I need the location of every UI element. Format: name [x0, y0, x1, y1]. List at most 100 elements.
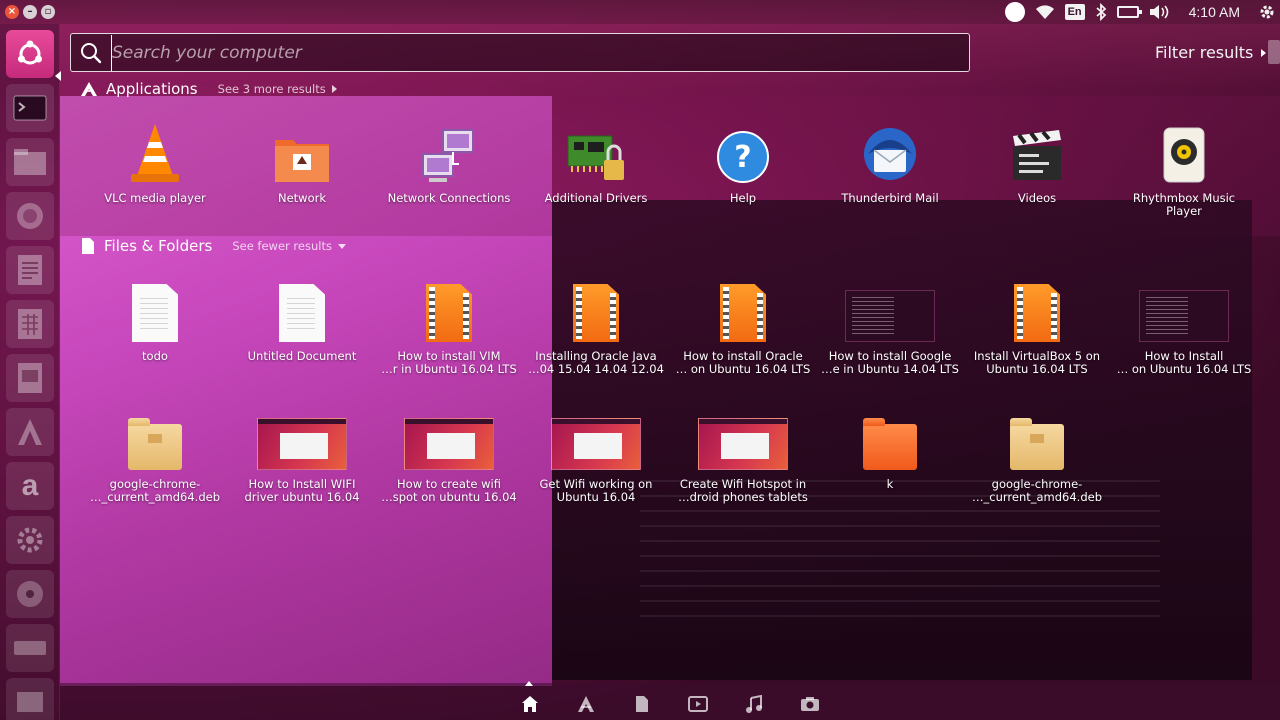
drive-icon[interactable]	[6, 624, 54, 672]
app-label: Rhythmbox Music Player	[1132, 191, 1236, 218]
app-label: Network	[277, 191, 327, 205]
file-label: How to install VIM …r in Ubuntu 16.04 LT…	[381, 349, 517, 376]
file-label: Install VirtualBox 5 on Ubuntu 16.04 LTS	[973, 349, 1101, 376]
app-label: Additional Drivers	[544, 191, 648, 205]
search-icon	[71, 34, 111, 72]
search-bar[interactable]	[70, 33, 970, 72]
file-label: Untitled Document	[247, 349, 357, 363]
file-label: How to install Google …e in Ubuntu 14.04…	[821, 349, 959, 376]
see-more-results-label: See 3 more results	[217, 82, 326, 96]
gear-icon[interactable]	[1258, 3, 1276, 21]
file-tile[interactable]: Untitled Document	[232, 272, 372, 363]
file-tile[interactable]: Installing Oracle Java …04 15.04 14.04 1…	[526, 272, 666, 376]
minimize-icon[interactable]: –	[23, 5, 37, 19]
file-label: Get Wifi working on Ubuntu 16.04	[539, 477, 653, 504]
chevron-right-icon	[331, 85, 337, 93]
files-lens-icon[interactable]	[630, 692, 654, 716]
volume-icon[interactable]	[1149, 4, 1171, 20]
top-panel: × – ▫ En 4:10 AM	[0, 0, 1280, 24]
file-label: todo	[142, 349, 168, 363]
system-settings-icon[interactable]	[6, 516, 54, 564]
file-label: Installing Oracle Java …04 15.04 14.04 1…	[528, 349, 664, 376]
writer-icon[interactable]	[6, 246, 54, 294]
files-app-icon[interactable]	[6, 138, 54, 186]
app-label: Videos	[1017, 191, 1057, 205]
see-fewer-results-link[interactable]: See fewer results	[232, 239, 346, 253]
app-tile-rhythmbox[interactable]: Rhythmbox Music Player	[1114, 114, 1254, 218]
chevron-right-icon	[1261, 48, 1267, 57]
recording-indicator-icon[interactable]	[1004, 2, 1025, 22]
app-label: Thunderbird Mail	[841, 191, 939, 205]
thunderbird-icon	[840, 114, 940, 184]
file-tile[interactable]: k	[820, 400, 960, 491]
app-tile-additional-drivers[interactable]: Additional Drivers	[526, 114, 666, 205]
applications-title: Applications	[106, 80, 198, 98]
file-tile[interactable]: How to Install WIFI driver ubuntu 16.04	[232, 400, 372, 504]
bluetooth-icon[interactable]	[1095, 3, 1107, 21]
software-center-icon[interactable]	[6, 408, 54, 456]
file-tile[interactable]: How to install Oracle … on Ubuntu 16.04 …	[673, 272, 813, 376]
filter-results-button[interactable]: Filter results	[1155, 43, 1267, 62]
app-tile-network[interactable]: Network	[232, 114, 372, 205]
file-label: google-chrome- …_current_amd64.deb	[90, 477, 220, 504]
see-more-results-link[interactable]: See 3 more results	[218, 82, 337, 96]
file-label: google-chrome- …_current_amd64.deb	[972, 477, 1102, 504]
dash-home-icon[interactable]	[6, 30, 54, 78]
terminal-icon[interactable]	[6, 84, 54, 132]
window-controls: × – ▫	[0, 5, 55, 19]
filter-results-label: Filter results	[1155, 43, 1254, 62]
vlc-icon	[105, 114, 205, 184]
amazon-icon[interactable]: a	[6, 462, 54, 510]
firefox-icon[interactable]	[6, 192, 54, 240]
rhythmbox-icon	[1134, 114, 1234, 184]
launcher: a	[0, 24, 61, 720]
applications-category-icon	[81, 82, 97, 96]
terminal-screenshot-icon	[1134, 272, 1234, 342]
impress-icon[interactable]	[6, 354, 54, 402]
search-input[interactable]	[111, 34, 969, 71]
scrollbar[interactable]	[1268, 40, 1280, 64]
file-tile[interactable]: How to Install … on Ubuntu 16.04 LTS	[1114, 272, 1254, 376]
applications-lens-icon[interactable]	[574, 692, 598, 716]
app-tile-help[interactable]: ? Help	[673, 114, 813, 205]
trash-icon[interactable]	[6, 678, 54, 720]
file-tile[interactable]: How to create wifi …spot on ubuntu 16.04	[379, 400, 519, 504]
see-fewer-results-label: See fewer results	[232, 239, 332, 253]
clock[interactable]: 4:10 AM	[1189, 4, 1240, 20]
app-tile-vlc[interactable]: VLC media player	[85, 114, 225, 205]
indicator-area: En 4:10 AM	[1004, 0, 1280, 24]
music-lens-icon[interactable]	[742, 692, 766, 716]
app-tile-thunderbird[interactable]: Thunderbird Mail	[820, 114, 960, 205]
chevron-down-icon	[337, 243, 346, 249]
video-lens-icon[interactable]	[686, 692, 710, 716]
file-label: k	[886, 477, 894, 491]
battery-icon[interactable]	[1116, 6, 1142, 18]
file-tile[interactable]: How to install VIM …r in Ubuntu 16.04 LT…	[379, 272, 519, 376]
ubuntu-screenshot-icon	[252, 400, 352, 470]
lens-bar	[60, 683, 1280, 720]
file-tile[interactable]: Create Wifi Hotspot in …droid phones tab…	[673, 400, 813, 504]
additional-drivers-icon	[546, 114, 646, 184]
file-tile[interactable]: How to install Google …e in Ubuntu 14.04…	[820, 272, 960, 376]
calc-icon[interactable]	[6, 300, 54, 348]
close-icon[interactable]: ×	[5, 5, 19, 19]
file-tile[interactable]: google-chrome- …_current_amd64.deb	[85, 400, 225, 504]
video-file-icon	[399, 272, 499, 342]
photo-lens-icon[interactable]	[798, 692, 822, 716]
home-lens-icon[interactable]	[518, 692, 542, 716]
disc-icon[interactable]	[6, 570, 54, 618]
video-file-icon	[693, 272, 793, 342]
file-tile[interactable]: Get Wifi working on Ubuntu 16.04	[526, 400, 666, 504]
file-tile[interactable]: google-chrome- …_current_amd64.deb	[967, 400, 1107, 504]
app-label: Help	[729, 191, 757, 205]
app-label: Network Connections	[387, 191, 511, 205]
file-tile[interactable]: todo	[85, 272, 225, 363]
ubuntu-screenshot-icon	[546, 400, 646, 470]
app-tile-network-connections[interactable]: Network Connections	[379, 114, 519, 205]
file-tile[interactable]: Install VirtualBox 5 on Ubuntu 16.04 LTS	[967, 272, 1107, 376]
wifi-icon[interactable]	[1035, 4, 1055, 20]
keyboard-layout-indicator[interactable]: En	[1064, 4, 1085, 20]
app-tile-videos[interactable]: Videos	[967, 114, 1107, 205]
launcher-active-arrow	[55, 71, 61, 81]
maximize-icon[interactable]: ▫	[41, 5, 55, 19]
